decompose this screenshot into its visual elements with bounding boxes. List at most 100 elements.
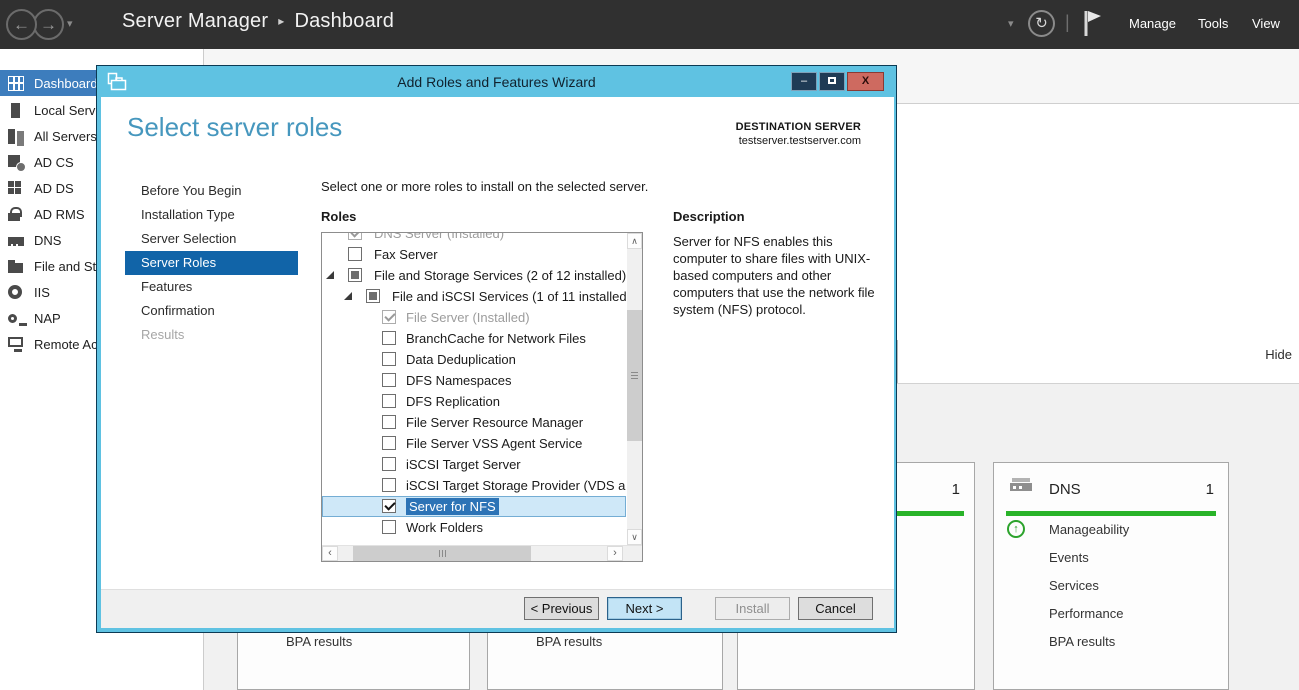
instruction-text: Select one or more roles to install on t… bbox=[321, 179, 648, 194]
hide-link[interactable]: Hide bbox=[1230, 347, 1292, 362]
scroll-left-icon[interactable]: ‹ bbox=[322, 546, 338, 561]
previous-button[interactable]: < Previous bbox=[524, 597, 599, 620]
role-row-file-storage-services[interactable]: File and Storage Services (2 of 12 insta… bbox=[322, 265, 626, 286]
local-server-icon bbox=[11, 103, 20, 118]
close-button[interactable]: X bbox=[847, 72, 884, 91]
ad-ds-icon bbox=[8, 181, 21, 194]
destination-server-block: DESTINATION SERVER testserver.testserver… bbox=[736, 121, 861, 147]
checkbox-unchecked[interactable] bbox=[382, 520, 396, 534]
scroll-up-icon[interactable]: ∧ bbox=[627, 233, 642, 249]
role-row-dns-server[interactable]: DNS Server (Installed) bbox=[322, 233, 626, 244]
wizard-nav-server-selection[interactable]: Server Selection bbox=[125, 227, 298, 251]
role-row-fs-vss-agent[interactable]: File Server VSS Agent Service bbox=[322, 433, 626, 454]
top-bar: ← → ▾ Server Manager ▸ Dashboard ▾ ↻ | Man… bbox=[0, 0, 1299, 49]
dns-item-manageability[interactable]: Manageability bbox=[1049, 522, 1129, 538]
dns-item-performance[interactable]: Performance bbox=[1049, 606, 1123, 622]
nav-dropdown-icon[interactable]: ▾ bbox=[67, 17, 73, 30]
scroll-down-icon[interactable]: ∨ bbox=[627, 529, 642, 545]
breadcrumb-root[interactable]: Server Manager bbox=[122, 10, 268, 32]
checkbox-partial[interactable] bbox=[348, 268, 362, 282]
vertical-scroll-thumb[interactable] bbox=[627, 310, 642, 441]
menu-view[interactable]: View bbox=[1252, 16, 1280, 31]
dns-item-services[interactable]: Services bbox=[1049, 578, 1099, 594]
wizard-nav-features[interactable]: Features bbox=[125, 275, 298, 299]
role-row-dfs-namespaces[interactable]: DFS Namespaces bbox=[322, 370, 626, 391]
role-row-file-server[interactable]: File Server (Installed) bbox=[322, 307, 626, 328]
roles-listbox: DNS Server (Installed) Fax Server File a… bbox=[321, 232, 643, 562]
checkbox-checked-disabled[interactable] bbox=[382, 310, 396, 324]
wizard-window-title: Add Roles and Features Wizard bbox=[97, 74, 896, 90]
wizard-nav-server-roles[interactable]: Server Roles bbox=[125, 251, 298, 275]
tile-item-bpa-results[interactable]: BPA results bbox=[536, 634, 602, 650]
scroll-right-icon[interactable]: › bbox=[607, 546, 623, 561]
checkbox-unchecked[interactable] bbox=[382, 478, 396, 492]
role-row-data-deduplication[interactable]: Data Deduplication bbox=[322, 349, 626, 370]
menu-manage[interactable]: Manage bbox=[1129, 16, 1176, 31]
tile-item-bpa-results[interactable]: BPA results bbox=[286, 634, 352, 650]
minimize-button[interactable]: – bbox=[791, 72, 817, 91]
breadcrumb: Server Manager ▸ Dashboard bbox=[122, 10, 394, 33]
vertical-scrollbar[interactable]: ∧ ∨ bbox=[627, 233, 642, 545]
role-row-branchcache[interactable]: BranchCache for Network Files bbox=[322, 328, 626, 349]
role-row-work-folders[interactable]: Work Folders bbox=[322, 517, 626, 538]
checkbox-unchecked[interactable] bbox=[382, 457, 396, 471]
destination-label: DESTINATION SERVER bbox=[736, 121, 861, 133]
wizard-title-bar[interactable]: Add Roles and Features Wizard – X bbox=[97, 66, 896, 97]
iis-globe-icon bbox=[8, 285, 22, 299]
ad-rms-lock-icon bbox=[8, 213, 20, 221]
role-row-file-iscsi-services[interactable]: File and iSCSI Services (1 of 11 install… bbox=[322, 286, 626, 307]
checkbox-unchecked[interactable] bbox=[382, 352, 396, 366]
dns-tile-title[interactable]: DNS bbox=[1049, 481, 1081, 498]
expand-triangle-icon[interactable] bbox=[326, 271, 334, 279]
role-row-iscsi-target-server[interactable]: iSCSI Target Server bbox=[322, 454, 626, 475]
expand-triangle-icon[interactable] bbox=[344, 292, 352, 300]
maximize-button[interactable] bbox=[819, 72, 845, 91]
nap-key-icon bbox=[8, 314, 17, 323]
wizard-nav-confirmation[interactable]: Confirmation bbox=[125, 299, 298, 323]
breadcrumb-separator-icon: ▸ bbox=[278, 14, 284, 28]
forward-icon[interactable]: → bbox=[33, 9, 64, 40]
wizard-button-bar: < Previous Next > Install Cancel bbox=[101, 589, 894, 628]
horizontal-scroll-thumb[interactable] bbox=[353, 546, 531, 561]
install-button: Install bbox=[715, 597, 790, 620]
next-button[interactable]: Next > bbox=[607, 597, 682, 620]
checkbox-unchecked[interactable] bbox=[382, 373, 396, 387]
toolbar-divider: | bbox=[1065, 12, 1070, 33]
wizard-nav-installation-type[interactable]: Installation Type bbox=[125, 203, 298, 227]
role-row-dfs-replication[interactable]: DFS Replication bbox=[322, 391, 626, 412]
checkbox-unchecked[interactable] bbox=[382, 436, 396, 450]
wizard-nav-results: Results bbox=[125, 323, 298, 347]
tile-count: 1 bbox=[952, 481, 960, 498]
dns-item-bpa-results[interactable]: BPA results bbox=[1049, 634, 1115, 650]
horizontal-scrollbar[interactable]: ‹ › bbox=[322, 545, 642, 561]
dns-server-icon bbox=[1010, 483, 1032, 491]
breadcrumb-current[interactable]: Dashboard bbox=[294, 10, 394, 32]
back-icon[interactable]: ← bbox=[6, 9, 37, 40]
menu-tools[interactable]: Tools bbox=[1198, 16, 1228, 31]
thumb-grip-icon bbox=[631, 375, 638, 376]
role-row-server-for-nfs[interactable]: Server for NFS bbox=[322, 496, 626, 517]
add-roles-features-wizard: Add Roles and Features Wizard – X Select… bbox=[96, 65, 897, 633]
role-row-fs-resource-manager[interactable]: File Server Resource Manager bbox=[322, 412, 626, 433]
checkbox-checked[interactable] bbox=[382, 499, 396, 513]
manageability-up-arrow-icon: ↑ bbox=[1007, 520, 1025, 538]
flag-icon[interactable] bbox=[1083, 9, 1105, 37]
folder-icon bbox=[8, 263, 23, 273]
wizard-nav-before-you-begin[interactable]: Before You Begin bbox=[125, 179, 298, 203]
destination-server-name: testserver.testserver.com bbox=[736, 135, 861, 147]
notifications-dropdown-icon[interactable]: ▾ bbox=[1008, 17, 1014, 30]
checkbox-unchecked[interactable] bbox=[382, 331, 396, 345]
checkbox-unchecked[interactable] bbox=[348, 247, 362, 261]
remote-access-monitor-icon bbox=[8, 337, 23, 347]
checkbox-partial[interactable] bbox=[366, 289, 380, 303]
refresh-icon[interactable]: ↻ bbox=[1028, 10, 1055, 37]
checkbox-unchecked[interactable] bbox=[382, 394, 396, 408]
dns-icon bbox=[8, 237, 24, 246]
role-row-fax-server[interactable]: Fax Server bbox=[322, 244, 626, 265]
checkbox-checked-disabled[interactable] bbox=[348, 233, 362, 240]
dns-tile-count: 1 bbox=[1206, 481, 1214, 498]
dns-item-events[interactable]: Events bbox=[1049, 550, 1089, 566]
checkbox-unchecked[interactable] bbox=[382, 415, 396, 429]
role-row-iscsi-storage-provider[interactable]: iSCSI Target Storage Provider (VDS and V… bbox=[322, 475, 626, 496]
cancel-button[interactable]: Cancel bbox=[798, 597, 873, 620]
